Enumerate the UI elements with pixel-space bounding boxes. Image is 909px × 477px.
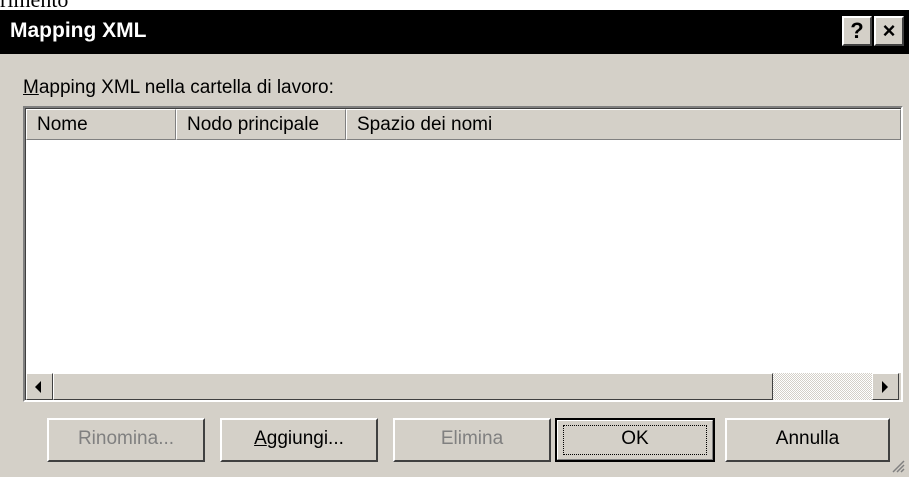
label-text: apping XML nella cartella di lavoro: (38, 77, 334, 98)
scroll-right-button[interactable] (872, 373, 899, 400)
scroll-left-button[interactable] (26, 373, 53, 400)
window-title: Mapping XML (10, 19, 147, 42)
column-header-namespace[interactable]: Spazio dei nomi (346, 109, 901, 140)
column-header-name[interactable]: Nome (26, 109, 176, 140)
delete-button[interactable]: Elimina (393, 418, 551, 462)
column-header-row: Nome Nodo principale Spazio dei nomi (26, 109, 901, 140)
scroll-track[interactable] (773, 373, 872, 400)
column-header-root-node[interactable]: Nodo principale (176, 109, 346, 140)
title-bar[interactable]: Mapping XML ? × (0, 10, 909, 54)
horizontal-scrollbar[interactable] (26, 373, 901, 400)
rename-button[interactable]: Rinomina... (47, 418, 205, 462)
right-arrow-icon (882, 381, 888, 393)
resize-grip-icon[interactable] (891, 459, 905, 473)
add-button[interactable]: Aggiungi... (220, 418, 378, 462)
add-text: ggiungi... (266, 428, 344, 449)
left-arrow-icon (35, 381, 41, 393)
ok-button[interactable]: OK (555, 418, 715, 462)
ok-label: OK (621, 428, 649, 449)
xml-maps-label: Mapping XML nella cartella di lavoro: (23, 77, 334, 99)
close-button[interactable]: × (874, 16, 904, 46)
help-button[interactable]: ? (842, 16, 872, 46)
scroll-thumb[interactable] (53, 373, 773, 400)
xml-maps-list[interactable]: Nome Nodo principale Spazio dei nomi (23, 106, 903, 402)
add-mnemonic: A (254, 428, 267, 449)
cancel-button[interactable]: Annulla (725, 418, 890, 462)
mapping-xml-dialog: Mapping XML ? × Mapping XML nella cartel… (0, 10, 909, 477)
label-mnemonic: M (23, 77, 39, 98)
